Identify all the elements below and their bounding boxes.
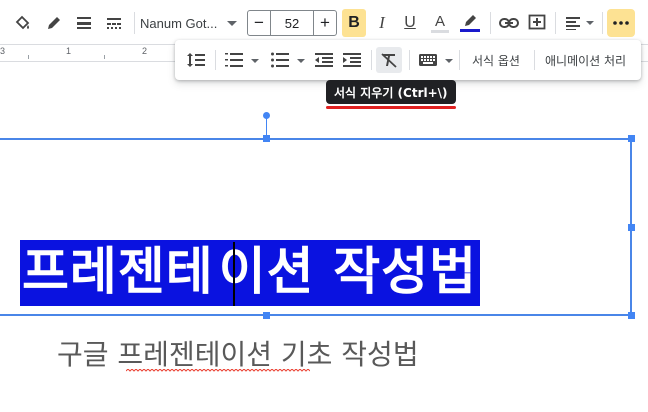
resize-handle-bottom-middle[interactable] xyxy=(263,312,270,319)
border-weight-button[interactable] xyxy=(72,10,96,36)
ruler-tick xyxy=(104,55,105,59)
chevron-down-icon[interactable] xyxy=(251,59,259,63)
font-family-value: Nanum Got... xyxy=(140,15,218,31)
insert-comment-button[interactable] xyxy=(524,10,550,36)
toolbar-divider xyxy=(371,50,372,70)
more-icon xyxy=(613,21,629,25)
underline-button[interactable]: U xyxy=(398,10,422,36)
slide-subtitle[interactable]: 구글 프레젠테이션 기초 작성법 xyxy=(57,333,419,373)
toolbar-divider xyxy=(409,50,410,70)
font-family-select[interactable]: Nanum Got... xyxy=(140,10,240,36)
spellcheck-underline xyxy=(126,369,310,372)
format-options-button[interactable]: 서식 옵션 xyxy=(472,52,520,69)
clear-formatting-tooltip: 서식 지우기 (Ctrl+\) xyxy=(326,80,456,104)
resize-handle-top-right[interactable] xyxy=(628,135,635,142)
link-icon xyxy=(499,18,519,28)
chevron-down-icon[interactable] xyxy=(297,59,305,63)
line-spacing-icon xyxy=(187,53,205,67)
slide-title[interactable]: 프레젠테 이션 작성법 xyxy=(20,240,481,306)
align-button[interactable] xyxy=(561,10,597,36)
numbered-list-button[interactable] xyxy=(221,48,247,72)
border-dash-button[interactable] xyxy=(102,10,126,36)
slides-editor: 프레젠테이션 작성법 구글 프레젠테이션 기초 작성법 3 1 2 3 4 5 … xyxy=(0,0,648,412)
paint-bucket-icon xyxy=(15,15,30,30)
ruler-number: 2 xyxy=(142,46,148,56)
pencil-icon xyxy=(48,17,60,29)
font-size-input[interactable]: 52 xyxy=(270,11,314,35)
increase-font-size-button[interactable]: + xyxy=(314,11,336,35)
decrease-indent-button[interactable] xyxy=(311,48,337,72)
insert-link-button[interactable] xyxy=(496,10,522,36)
italic-button[interactable]: I xyxy=(370,10,394,36)
numbered-list-icon xyxy=(225,53,243,67)
bulleted-list-icon xyxy=(271,52,289,68)
more-toolbar-popup: 서식 옵션 애니메이션 처리 xyxy=(175,40,641,80)
toolbar-divider xyxy=(602,12,603,34)
resize-handle-top-middle[interactable] xyxy=(263,135,270,142)
chevron-down-icon[interactable] xyxy=(445,59,453,63)
fill-color-button[interactable] xyxy=(10,10,36,36)
more-button[interactable] xyxy=(607,9,635,37)
increase-indent-button[interactable] xyxy=(339,48,365,72)
increase-indent-icon xyxy=(343,53,361,67)
annotation-underline xyxy=(326,106,456,109)
main-toolbar: Nanum Got... − 52 + B I U A xyxy=(0,0,648,44)
clear-formatting-button[interactable] xyxy=(376,47,402,73)
slide-title-text-part1: 프레젠테 xyxy=(20,240,217,306)
italic-label: I xyxy=(379,13,385,32)
ruler-tick xyxy=(28,55,29,59)
chevron-down-icon xyxy=(585,21,594,25)
bold-button[interactable]: B xyxy=(342,9,366,37)
keyboard-icon xyxy=(419,54,437,66)
highlighter-icon xyxy=(465,15,476,26)
text-color-label: A xyxy=(434,13,445,30)
align-icon xyxy=(565,17,580,30)
resize-handle-middle-right[interactable] xyxy=(628,224,635,231)
toolbar-divider xyxy=(555,12,556,34)
toolbar-divider xyxy=(459,50,460,70)
toolbar-divider xyxy=(534,50,535,70)
ruler-number: 1 xyxy=(66,46,72,56)
ruler-number: 3 xyxy=(0,46,6,56)
highlight-color-button[interactable] xyxy=(458,10,482,36)
toolbar-divider xyxy=(490,12,491,34)
resize-handle-bottom-right[interactable] xyxy=(628,312,635,319)
bulleted-list-button[interactable] xyxy=(267,48,293,72)
decrease-indent-icon xyxy=(315,53,333,67)
text-color-bar xyxy=(431,30,449,33)
input-tools-button[interactable] xyxy=(415,48,441,72)
border-dash-icon xyxy=(107,18,121,29)
clear-formatting-icon xyxy=(381,53,397,68)
rotation-handle[interactable] xyxy=(263,112,270,119)
toolbar-divider xyxy=(134,12,135,34)
text-color-button[interactable]: A xyxy=(428,10,452,36)
line-spacing-button[interactable] xyxy=(183,48,209,72)
decrease-font-size-button[interactable]: − xyxy=(248,11,270,35)
chevron-down-icon xyxy=(227,20,238,26)
text-cursor xyxy=(233,242,235,306)
highlight-color-bar xyxy=(460,29,480,32)
toolbar-divider xyxy=(215,50,216,70)
slide-title-text-part2: 이션 작성법 xyxy=(216,240,481,306)
animate-button[interactable]: 애니메이션 처리 xyxy=(545,52,626,69)
underline-label: U xyxy=(404,14,416,31)
border-weight-icon xyxy=(77,17,91,29)
font-size-control: − 52 + xyxy=(247,10,337,36)
border-color-button[interactable] xyxy=(42,10,66,36)
comment-add-icon xyxy=(528,14,546,30)
